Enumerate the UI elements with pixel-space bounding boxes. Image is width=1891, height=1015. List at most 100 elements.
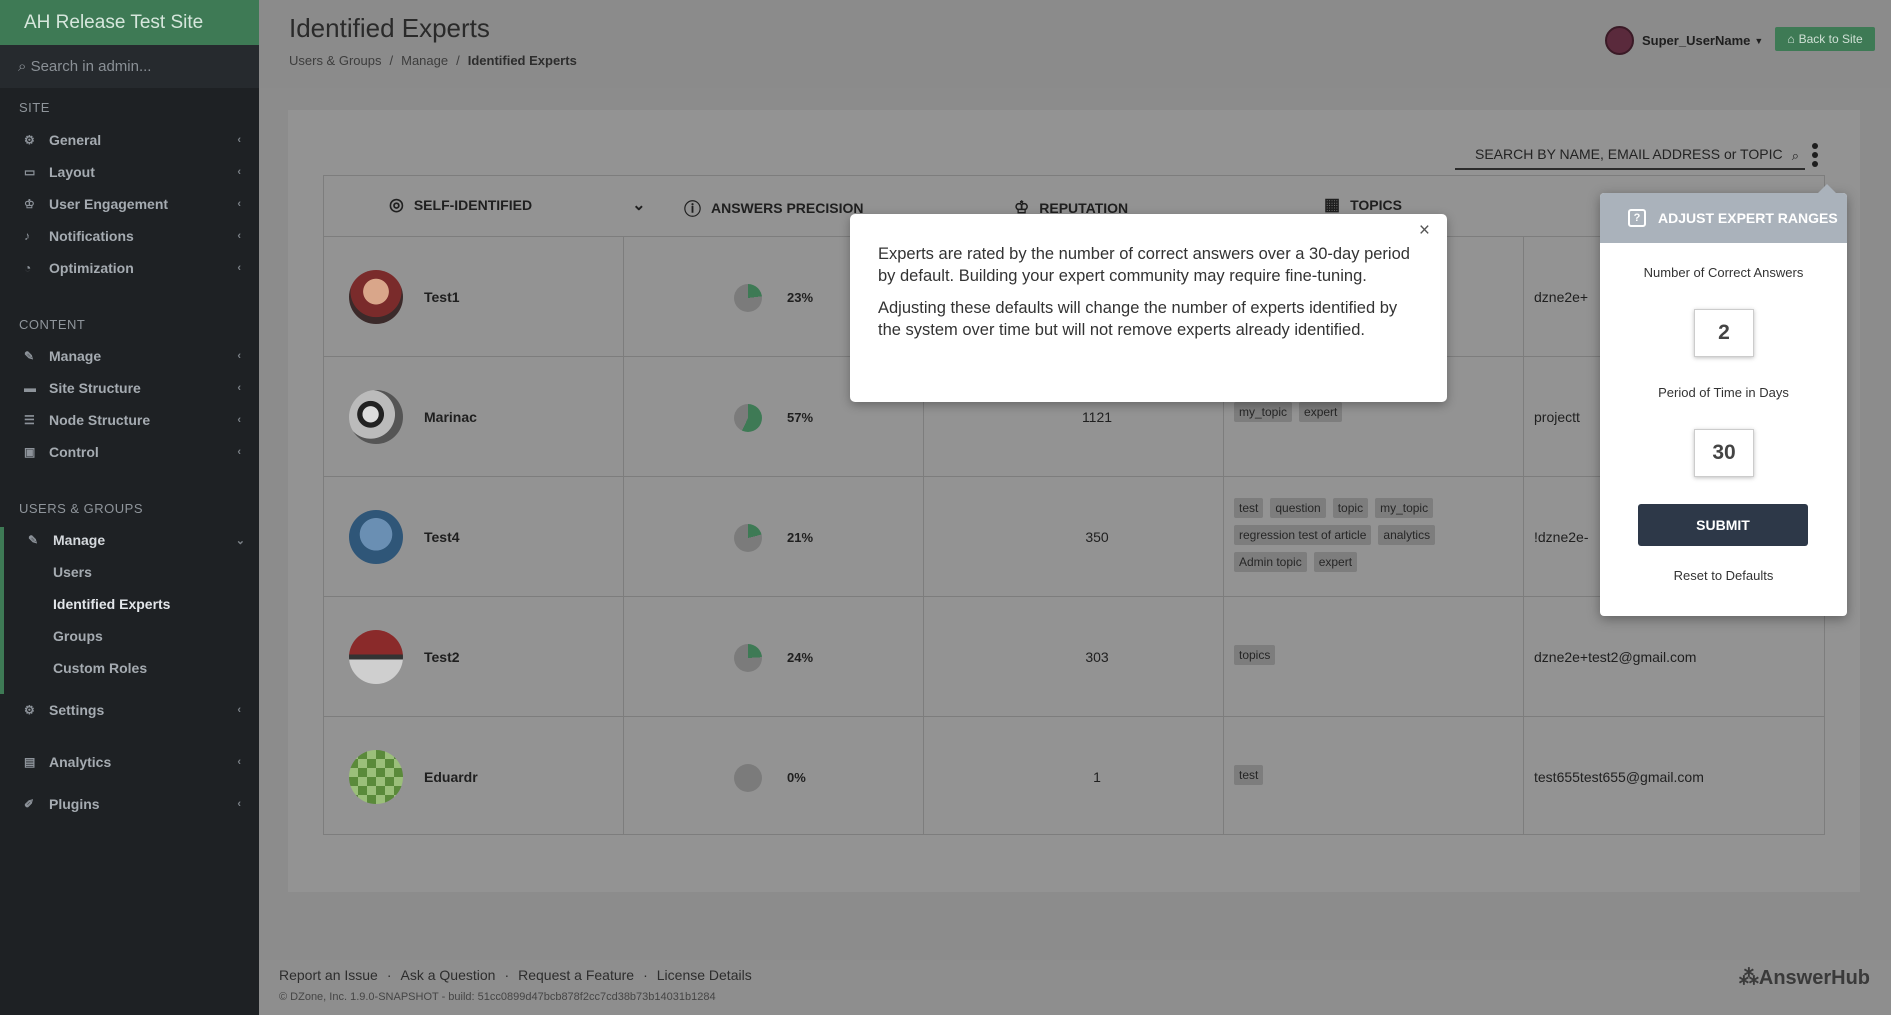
user-menu[interactable]: Super_UserName ▼ [1605, 26, 1763, 55]
sidebar-item-users-manage[interactable]: ✎ Manage ⌄ [28, 526, 248, 554]
precision-pie [734, 284, 762, 312]
footer-link-license-details[interactable]: License Details [657, 967, 752, 983]
sidebar-item-control[interactable]: ▣ Control ‹ [24, 438, 244, 466]
monitor-icon: ▭ [24, 165, 36, 179]
footer-link-request-feature[interactable]: Request a Feature [518, 967, 634, 983]
footer-link-report-issue[interactable]: Report an Issue [279, 967, 378, 983]
sidebar-item-notifications[interactable]: ♪ Notifications ‹ [24, 222, 244, 250]
sidebar-item-label: Site Structure [49, 380, 141, 396]
expert-email: !dzne2e- [1534, 529, 1589, 545]
more-options-icon[interactable] [1810, 143, 1820, 173]
footer-separator: · [386, 967, 392, 983]
expert-name[interactable]: Test4 [424, 529, 460, 545]
sidebar-sub-groups[interactable]: Groups [53, 628, 103, 644]
home-icon: ⌂ [1787, 32, 1795, 46]
sidebar-item-node-structure[interactable]: ☰ Node Structure ‹ [24, 406, 244, 434]
sidebar-item-optimization[interactable]: ◔ Optimization ‹ [24, 254, 244, 282]
caret-down-icon: ▼ [1754, 35, 1764, 46]
sidebar-item-manage[interactable]: ✎ Manage ‹ [24, 342, 244, 370]
submit-button[interactable]: SUBMIT [1638, 504, 1808, 546]
precision-value: 0% [787, 770, 806, 785]
header-answers-precision[interactable]: ⓘ ANSWERS PRECISION [684, 195, 863, 220]
admin-search-input[interactable]: ⌕ Search in admin... [0, 45, 259, 88]
dashboard-icon: ◔ [24, 261, 32, 275]
breadcrumb-manage[interactable]: Manage [401, 53, 448, 68]
modal-paragraph: Experts are rated by the number of corre… [878, 245, 1410, 285]
chevron-left-icon: ‹ [237, 704, 241, 716]
expert-email: projectt [1534, 409, 1580, 425]
sidebar: AH Release Test Site ⌕ Search in admin..… [0, 0, 259, 1015]
breadcrumb-current: Identified Experts [467, 53, 577, 68]
topic-tag[interactable]: my_topic [1375, 497, 1434, 518]
topic-tag[interactable]: topics [1234, 644, 1276, 665]
footer-link-ask-question[interactable]: Ask a Question [401, 967, 496, 983]
topic-tags: topics [1234, 615, 1474, 701]
topic-tag[interactable]: regression test of article [1234, 524, 1372, 545]
reputation-value: 1121 [1081, 409, 1113, 425]
sidebar-item-site-structure[interactable]: ▬ Site Structure ‹ [24, 374, 244, 402]
topic-tag[interactable]: topic [1332, 497, 1369, 518]
logo-text: AnswerHub [1758, 967, 1870, 989]
reset-defaults-link[interactable]: Reset to Defaults [1600, 568, 1847, 583]
precision-pie [734, 404, 762, 432]
sidebar-item-label: Manage [49, 348, 102, 364]
sidebar-item-layout[interactable]: ▭ Layout ‹ [24, 158, 244, 186]
table-row[interactable]: Eduardr 0% 1 test test655test655@gmail.c… [324, 717, 1824, 837]
copyright: © DZone, Inc. 1.9.0-SNAPSHOT - build: 51… [279, 991, 716, 1003]
expert-name[interactable]: Test2 [424, 649, 460, 665]
precision-pie [734, 644, 762, 672]
expert-name[interactable]: Marinac [424, 409, 477, 425]
topic-tag[interactable]: test [1234, 764, 1264, 785]
trophy-icon: ♔ [24, 197, 35, 211]
breadcrumb-users-groups[interactable]: Users & Groups [289, 53, 381, 68]
sidebar-sub-users[interactable]: Users [53, 564, 92, 580]
footer-separator: · [643, 967, 648, 983]
sidebar-item-label: General [49, 132, 102, 148]
page-title: Identified Experts [289, 13, 490, 43]
header-self-identified[interactable]: ◎ SELF-IDENTIFIED ⌄ [389, 195, 645, 215]
footer-separator: · [504, 967, 510, 983]
sidebar-item-plugins[interactable]: ✐ Plugins ‹ [24, 790, 244, 818]
wrench-icon: ✎ [24, 349, 35, 363]
chevron-down-icon[interactable]: ⌄ [632, 195, 645, 215]
header-label: SELF-IDENTIFIED [413, 197, 533, 213]
topic-tag[interactable]: expert [1299, 402, 1343, 422]
answerhub-logo[interactable]: ⁂AnswerHub [1739, 965, 1870, 990]
chevron-left-icon: ‹ [237, 134, 241, 146]
chevron-left-icon: ‹ [237, 350, 241, 362]
topic-tag[interactable]: my_topic [1234, 402, 1293, 422]
sidebar-item-settings[interactable]: ⚙ Settings ‹ [24, 696, 244, 724]
topic-tag[interactable]: Admin topic [1234, 551, 1307, 572]
avatar [349, 390, 403, 444]
sidebar-item-user-engagement[interactable]: ♔ User Engagement ‹ [24, 190, 244, 218]
expert-name[interactable]: Eduardr [424, 769, 478, 785]
expert-name[interactable]: Test1 [424, 289, 460, 305]
sidebar-item-general[interactable]: ⚙ General ‹ [24, 126, 244, 154]
table-row[interactable]: Test4 21% 350 test question topic my_top… [324, 477, 1824, 597]
header-topics[interactable]: ▦ TOPICS [1324, 195, 1402, 215]
avatar [349, 630, 403, 684]
sidebar-sub-custom-roles[interactable]: Custom Roles [53, 660, 147, 676]
popover-title: ADJUST EXPERT RANGES [1658, 210, 1838, 226]
table-row[interactable]: Test2 24% 303 topics dzne2e+test2@gmail.… [324, 597, 1824, 717]
topic-tags: test [1234, 735, 1474, 821]
back-to-site-button[interactable]: ⌂ Back to Site [1775, 27, 1875, 51]
topic-tag[interactable]: question [1270, 497, 1326, 518]
period-days-input[interactable]: 30 [1694, 429, 1754, 477]
topic-tag[interactable]: test [1234, 497, 1264, 518]
topic-tag[interactable]: expert [1313, 551, 1358, 572]
avatar [1605, 26, 1634, 55]
breadcrumb-separator: / [389, 53, 394, 68]
close-icon[interactable]: × [1419, 220, 1430, 242]
search-icon[interactable]: ⌕ [1792, 148, 1799, 164]
expert-email: dzne2e+ [1534, 289, 1589, 305]
precision-pie [734, 764, 762, 792]
sidebar-item-analytics[interactable]: ▤ Analytics ‹ [24, 748, 244, 776]
sidebar-sub-identified-experts[interactable]: Identified Experts [53, 596, 170, 612]
correct-answers-input[interactable]: 2 [1694, 309, 1754, 357]
site-brand[interactable]: AH Release Test Site [0, 0, 259, 45]
topic-tag[interactable]: analytics [1378, 524, 1436, 545]
topic-tags: test question topic my_topic regression … [1234, 495, 1474, 581]
expert-search-input[interactable]: SEARCH BY NAME, EMAIL ADDRESS or TOPIC ⌕ [1455, 145, 1805, 170]
username: Super_UserName [1642, 33, 1751, 48]
